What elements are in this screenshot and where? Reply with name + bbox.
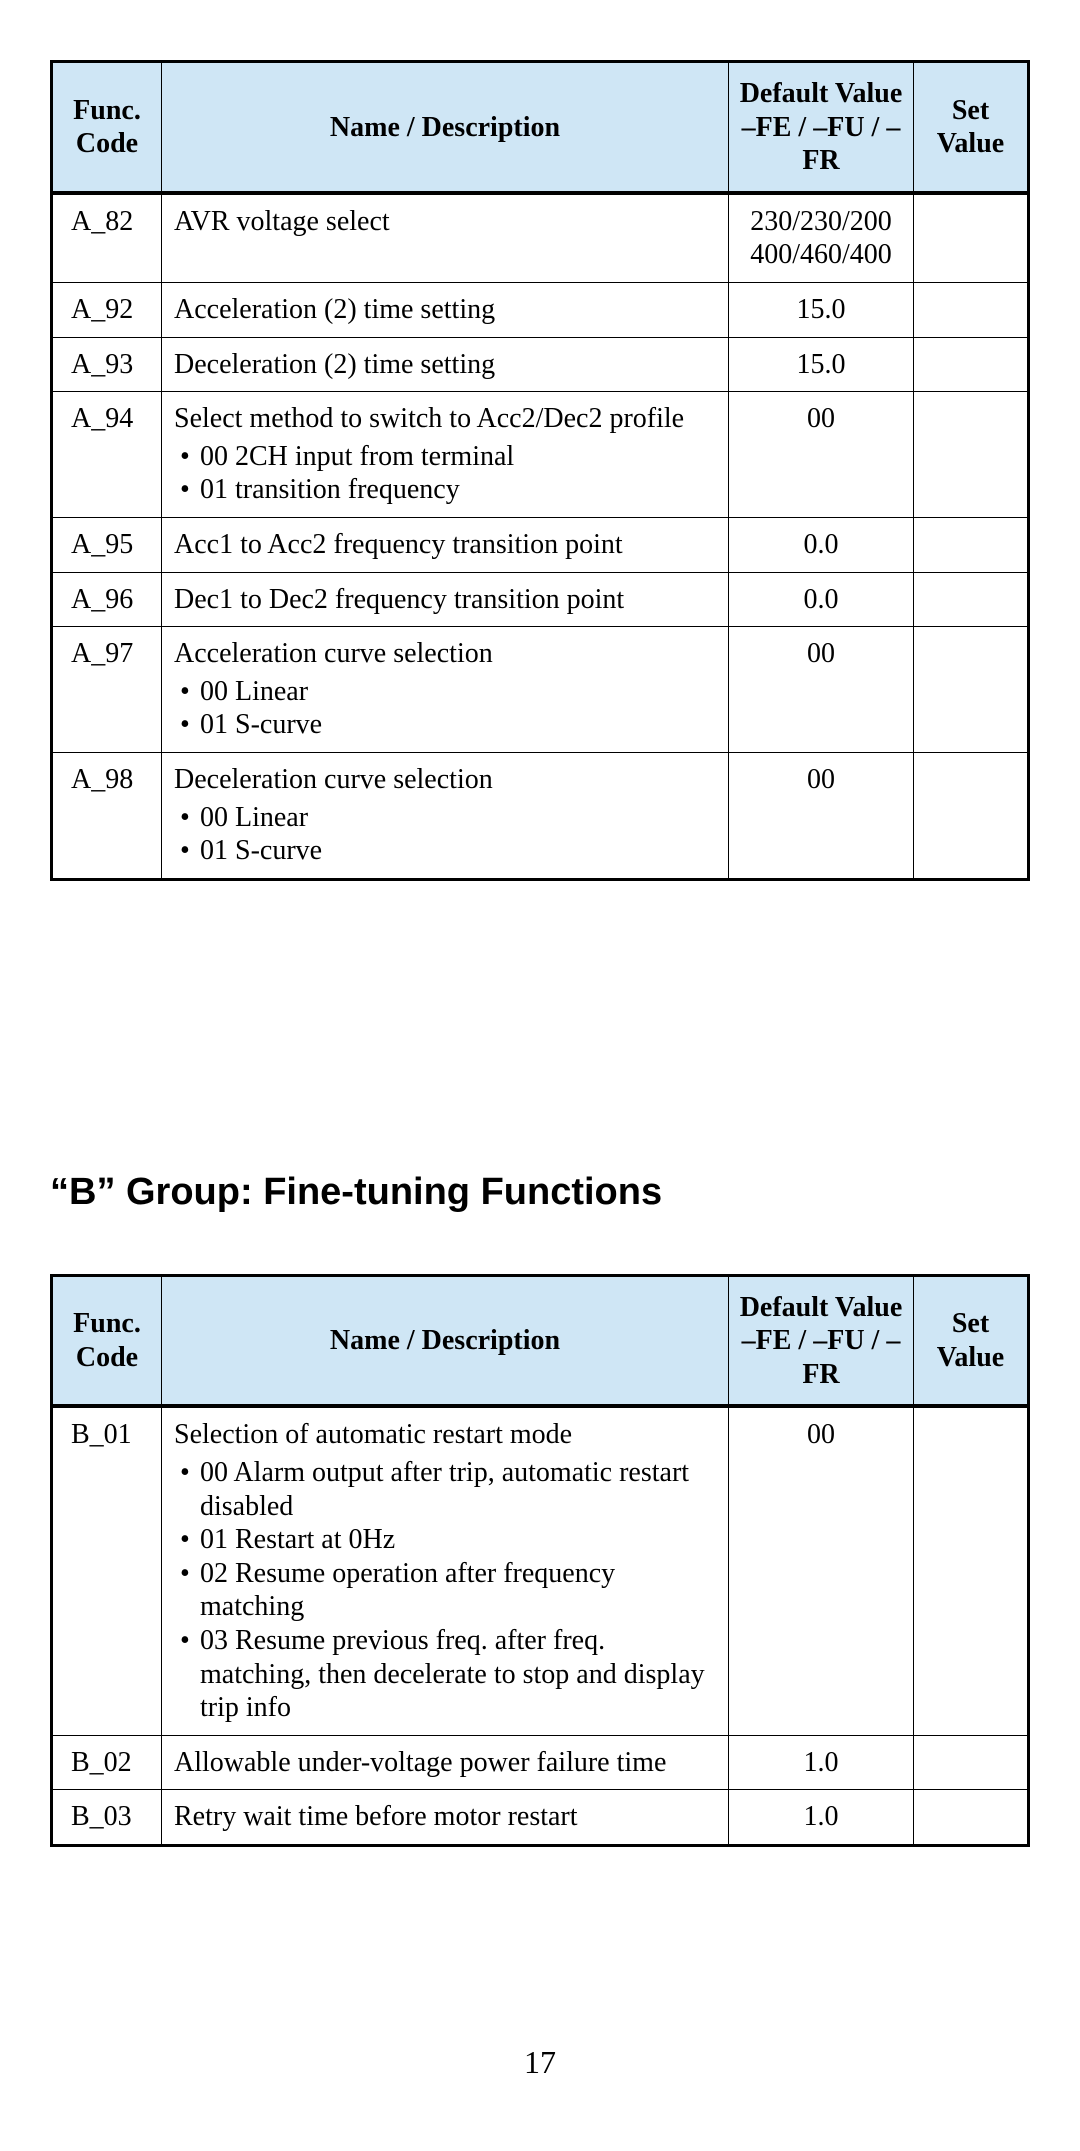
option-item: 00 2CH input from terminal xyxy=(174,440,716,474)
section-b-title: “B” Group: Fine-tuning Functions xyxy=(50,1171,1030,1214)
cell-set xyxy=(914,572,1029,627)
cell-code: A_93 xyxy=(52,337,162,392)
table-header-row: Func. Code Name / Description Default Va… xyxy=(52,62,1029,194)
cell-set xyxy=(914,1790,1029,1846)
cell-code: A_98 xyxy=(52,752,162,879)
cell-code: B_02 xyxy=(52,1735,162,1790)
cell-set xyxy=(914,337,1029,392)
cell-default: 230/230/200 400/460/400 xyxy=(729,193,914,282)
cell-default: 15.0 xyxy=(729,337,914,392)
cell-set xyxy=(914,282,1029,337)
cell-set xyxy=(914,752,1029,879)
table-b-body: B_01Selection of automatic restart mode0… xyxy=(52,1407,1029,1846)
option-list: 00 Alarm output after trip, automatic re… xyxy=(174,1456,716,1725)
cell-default: 15.0 xyxy=(729,282,914,337)
cell-default: 1.0 xyxy=(729,1735,914,1790)
cell-set xyxy=(914,1407,1029,1735)
cell-code: A_92 xyxy=(52,282,162,337)
option-item: 00 Linear xyxy=(174,801,308,835)
cell-default: 1.0 xyxy=(729,1790,914,1846)
col-header-default: Default Value –FE / –FU / –FR xyxy=(729,1275,914,1407)
cell-name: Select method to switch to Acc2/Dec2 pro… xyxy=(162,392,729,518)
option-item: 00 Linear xyxy=(174,675,308,709)
table-row: A_94Select method to switch to Acc2/Dec2… xyxy=(52,392,1029,518)
col-header-default: Default Value –FE / –FU / –FR xyxy=(729,62,914,194)
cell-default: 00 xyxy=(729,392,914,518)
table-row: A_93Deceleration (2) time setting15.0 xyxy=(52,337,1029,392)
col-header-name: Name / Description xyxy=(162,62,729,194)
cell-name: Deceleration curve selection00 Linear01 … xyxy=(162,752,729,879)
table-row: B_01Selection of automatic restart mode0… xyxy=(52,1407,1029,1735)
table-header-row: Func. Code Name / Description Default Va… xyxy=(52,1275,1029,1407)
cell-name: Deceleration (2) time setting xyxy=(162,337,729,392)
cell-code: A_96 xyxy=(52,572,162,627)
cell-set xyxy=(914,517,1029,572)
cell-name: Retry wait time before motor restart xyxy=(162,1790,729,1846)
table-a: Func. Code Name / Description Default Va… xyxy=(50,60,1030,881)
cell-set xyxy=(914,627,1029,753)
cell-name: Acc1 to Acc2 frequency transition point xyxy=(162,517,729,572)
option-item: 02 Resume operation after frequency matc… xyxy=(174,1557,716,1624)
col-header-name: Name / Description xyxy=(162,1275,729,1407)
cell-code: A_82 xyxy=(52,193,162,282)
option-list: 00 2CH input from terminal01 transition … xyxy=(174,440,716,507)
option-item: 01 transition frequency xyxy=(174,473,716,507)
table-a-body: A_82AVR voltage select230/230/200 400/46… xyxy=(52,193,1029,879)
table-row: A_82AVR voltage select230/230/200 400/46… xyxy=(52,193,1029,282)
cell-name: Selection of automatic restart mode00 Al… xyxy=(162,1407,729,1735)
cell-name: Allowable under-voltage power failure ti… xyxy=(162,1735,729,1790)
col-header-code: Func. Code xyxy=(52,62,162,194)
table-row: A_97Acceleration curve selection00 Linea… xyxy=(52,627,1029,753)
cell-name: Acceleration (2) time setting xyxy=(162,282,729,337)
option-item: 00 Alarm output after trip, automatic re… xyxy=(174,1456,716,1523)
table-row: A_96Dec1 to Dec2 frequency transition po… xyxy=(52,572,1029,627)
cell-default: 00 xyxy=(729,1407,914,1735)
col-header-code: Func. Code xyxy=(52,1275,162,1407)
page-content: Func. Code Name / Description Default Va… xyxy=(0,0,1080,1847)
cell-code: A_94 xyxy=(52,392,162,518)
table-row: A_92Acceleration (2) time setting15.0 xyxy=(52,282,1029,337)
cell-default: 00 xyxy=(729,752,914,879)
option-item: 01 Restart at 0Hz xyxy=(174,1523,716,1557)
option-item: 03 Resume previous freq. after freq. mat… xyxy=(174,1624,716,1725)
cell-default: 0.0 xyxy=(729,517,914,572)
cell-code: B_03 xyxy=(52,1790,162,1846)
cell-set xyxy=(914,1735,1029,1790)
table-row: B_03Retry wait time before motor restart… xyxy=(52,1790,1029,1846)
cell-name: Dec1 to Dec2 frequency transition point xyxy=(162,572,729,627)
option-inline: 00 Linear01 S-curve xyxy=(174,801,716,868)
table-row: A_98Deceleration curve selection00 Linea… xyxy=(52,752,1029,879)
col-header-set: Set Value xyxy=(914,62,1029,194)
table-row: A_95Acc1 to Acc2 frequency transition po… xyxy=(52,517,1029,572)
table-row: B_02Allowable under-voltage power failur… xyxy=(52,1735,1029,1790)
table-b: Func. Code Name / Description Default Va… xyxy=(50,1274,1030,1847)
col-header-set: Set Value xyxy=(914,1275,1029,1407)
cell-code: B_01 xyxy=(52,1407,162,1735)
page-number: 17 xyxy=(0,2044,1080,2081)
option-item: 01 S-curve xyxy=(174,708,322,742)
option-inline: 00 Linear01 S-curve xyxy=(174,675,716,742)
option-item: 01 S-curve xyxy=(174,834,322,868)
cell-default: 0.0 xyxy=(729,572,914,627)
cell-set xyxy=(914,392,1029,518)
cell-name: Acceleration curve selection00 Linear01 … xyxy=(162,627,729,753)
cell-code: A_95 xyxy=(52,517,162,572)
cell-code: A_97 xyxy=(52,627,162,753)
cell-set xyxy=(914,193,1029,282)
cell-name: AVR voltage select xyxy=(162,193,729,282)
cell-default: 00 xyxy=(729,627,914,753)
